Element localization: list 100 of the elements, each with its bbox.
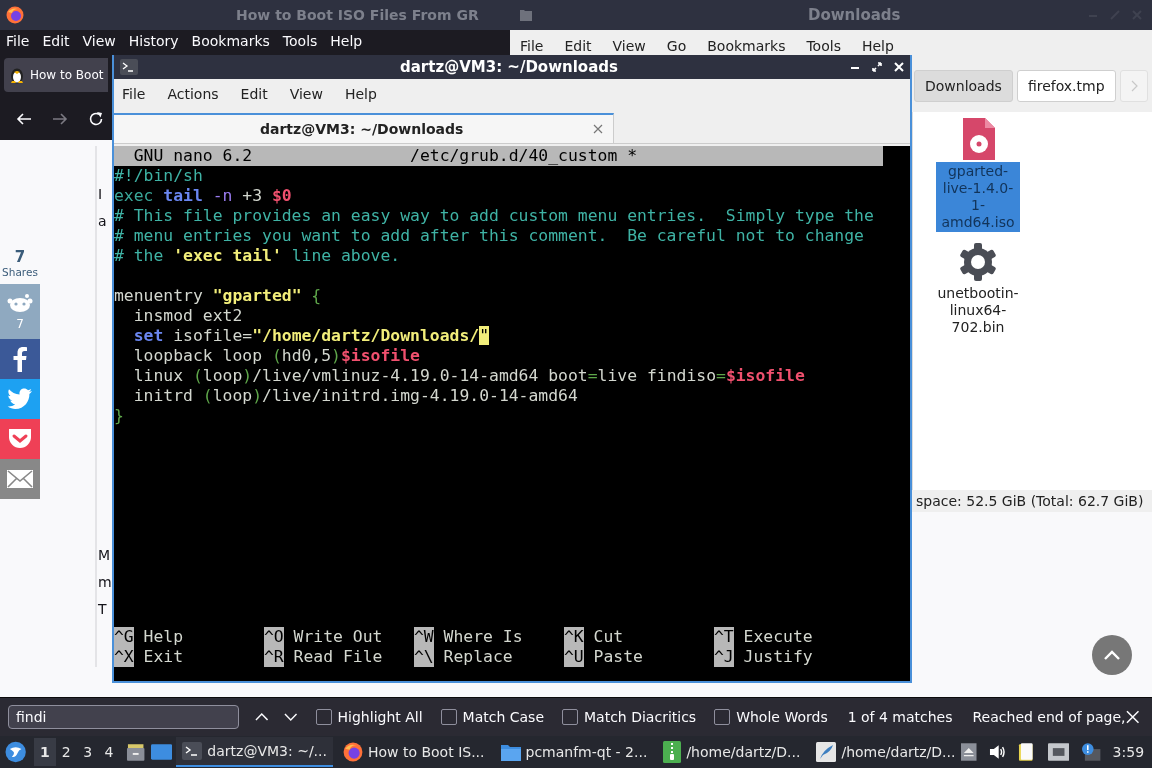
menu-item[interactable]: Help bbox=[344, 86, 377, 102]
menu-item[interactable]: File bbox=[6, 33, 30, 49]
article-text: T bbox=[98, 600, 107, 619]
path-button[interactable]: Downloads bbox=[914, 70, 1013, 102]
chevron-down-icon[interactable] bbox=[284, 712, 298, 722]
taskbar-button[interactable]: /home/dartz/D... bbox=[810, 737, 962, 767]
taskbar-button[interactable]: How to Boot IS... bbox=[336, 737, 491, 767]
workspace-button[interactable]: 4 bbox=[98, 738, 120, 766]
menu-item[interactable]: Go bbox=[666, 38, 687, 54]
menu-item[interactable]: View bbox=[612, 38, 646, 54]
network-icon[interactable] bbox=[1047, 743, 1070, 761]
menu-item[interactable]: File bbox=[122, 86, 146, 102]
code-line: } bbox=[114, 406, 124, 425]
share-count: 7 bbox=[14, 248, 26, 266]
eject-icon[interactable] bbox=[961, 743, 977, 761]
menu-item[interactable]: Edit bbox=[564, 38, 592, 54]
shortcut-key: ^U bbox=[564, 647, 584, 667]
back-icon[interactable] bbox=[16, 111, 32, 127]
workspace-button[interactable]: 2 bbox=[55, 738, 77, 766]
disc-file-icon[interactable] bbox=[961, 118, 995, 160]
clipboard-icon[interactable] bbox=[1018, 742, 1036, 762]
bird-icon bbox=[7, 388, 33, 410]
chevron-up-icon[interactable] bbox=[254, 712, 269, 722]
code-line: linux (loop)/live/vmlinuz-4.19.0-14-amd64 boot=live findiso=$isofile bbox=[132, 366, 805, 385]
clock: 3:59 bbox=[1112, 744, 1145, 760]
shortcut-key: ^G bbox=[114, 627, 134, 647]
menu-item[interactable]: Help bbox=[330, 33, 363, 49]
checkbox-label[interactable]: Whole Words bbox=[736, 709, 828, 725]
notification-icon[interactable] bbox=[1081, 743, 1101, 761]
shortcut-label: Justify bbox=[743, 647, 813, 667]
share-label: Shares bbox=[2, 266, 38, 278]
app-menu-icon[interactable] bbox=[5, 741, 27, 763]
checkbox-label[interactable]: Highlight All bbox=[337, 709, 423, 725]
chevron-right-icon bbox=[1129, 80, 1138, 92]
find-field[interactable]: findi bbox=[8, 705, 239, 729]
shortcut-key: ^W bbox=[414, 627, 434, 647]
code-line: # the 'exec tail' line above. bbox=[114, 246, 401, 265]
shortcut-label: Execute bbox=[743, 627, 813, 647]
browser-tab[interactable]: How to Boot bbox=[4, 58, 108, 92]
shortcut-label: Where Is bbox=[443, 627, 523, 647]
checkbox-label[interactable]: Match Diacritics bbox=[584, 709, 697, 725]
path-button[interactable]: firefox.tmp bbox=[1016, 70, 1116, 102]
menu-item[interactable]: Bookmarks bbox=[191, 33, 270, 49]
checkbox-label[interactable]: Match Case bbox=[462, 709, 544, 725]
share-button[interactable] bbox=[0, 339, 40, 379]
drawer-icon[interactable] bbox=[125, 742, 146, 762]
share-button[interactable] bbox=[0, 419, 40, 459]
taskbar-button[interactable]: dartz@VM3: ~/... bbox=[176, 737, 333, 767]
menu-item[interactable]: Tools bbox=[806, 38, 841, 54]
article-text: m bbox=[98, 573, 112, 592]
menu-item[interactable]: Tools bbox=[282, 33, 318, 49]
forward-icon[interactable] bbox=[52, 111, 68, 127]
folder-icon bbox=[520, 9, 532, 21]
workspace-button[interactable]: 3 bbox=[77, 738, 99, 766]
volume-icon[interactable] bbox=[988, 744, 1007, 760]
shortcut-key: ^K bbox=[564, 627, 584, 647]
penguin-icon bbox=[9, 66, 25, 84]
browser-logo-icon bbox=[6, 6, 24, 24]
taskbar-button[interactable]: pcmanfm-qt - 2... bbox=[494, 737, 654, 767]
checkbox[interactable] bbox=[440, 709, 457, 725]
shortcut-key: ^X bbox=[114, 647, 134, 667]
checkbox[interactable] bbox=[714, 709, 731, 725]
menu-item[interactable]: File bbox=[520, 38, 544, 54]
article-text: I bbox=[98, 185, 103, 204]
shortcut-label: Help bbox=[143, 627, 184, 647]
code-line: insmod ext2 bbox=[132, 306, 243, 325]
reload-icon[interactable] bbox=[88, 111, 104, 127]
desktop-icon[interactable] bbox=[151, 743, 173, 761]
menu-item[interactable]: View bbox=[289, 86, 323, 102]
code-line: initrd (loop)/live/initrd.img-4.19.0-14-amd64 bbox=[132, 386, 578, 405]
menu-item[interactable]: History bbox=[128, 33, 179, 49]
shortcut-label: Replace bbox=[443, 647, 513, 667]
code-line: #!/bin/sh bbox=[114, 166, 203, 185]
scroll-to-top-button[interactable] bbox=[1092, 635, 1132, 675]
shortcut-key: ^R bbox=[264, 647, 284, 667]
match-count: 1 of 4 matches bbox=[847, 709, 953, 725]
menu-item[interactable]: Edit bbox=[42, 33, 70, 49]
browser-logo-icon bbox=[342, 742, 363, 762]
taskbar-button[interactable]: /home/dartz/D... bbox=[657, 737, 807, 767]
share-button[interactable] bbox=[0, 459, 40, 499]
workspace-button[interactable]: 1 bbox=[34, 738, 56, 766]
code-line: menuentry "gparted" { bbox=[114, 286, 322, 305]
menu-item[interactable]: Help bbox=[861, 38, 894, 54]
menu-item[interactable]: Edit bbox=[240, 86, 268, 102]
terminal-tab[interactable]: dartz@VM3: ~/Downloads bbox=[114, 113, 614, 143]
checkbox[interactable] bbox=[562, 709, 578, 725]
checkbox[interactable] bbox=[315, 709, 332, 725]
menu-item[interactable]: Actions bbox=[167, 86, 219, 102]
feather-icon bbox=[816, 742, 837, 762]
chevron-up-icon bbox=[1103, 649, 1121, 661]
share-button[interactable] bbox=[0, 379, 40, 419]
menu-item[interactable]: Bookmarks bbox=[707, 38, 786, 54]
archive-icon bbox=[663, 741, 682, 763]
gear-icon[interactable] bbox=[958, 242, 998, 282]
alien-icon bbox=[7, 292, 33, 313]
menu-item[interactable]: View bbox=[82, 33, 116, 49]
file-name[interactable]: unetbootin-linux64-702.bin bbox=[928, 284, 1028, 337]
code-line: set isofile="/home/dartz/Downloads/" bbox=[132, 326, 489, 345]
envelope-icon bbox=[7, 470, 33, 488]
terminal-icon bbox=[182, 742, 203, 760]
